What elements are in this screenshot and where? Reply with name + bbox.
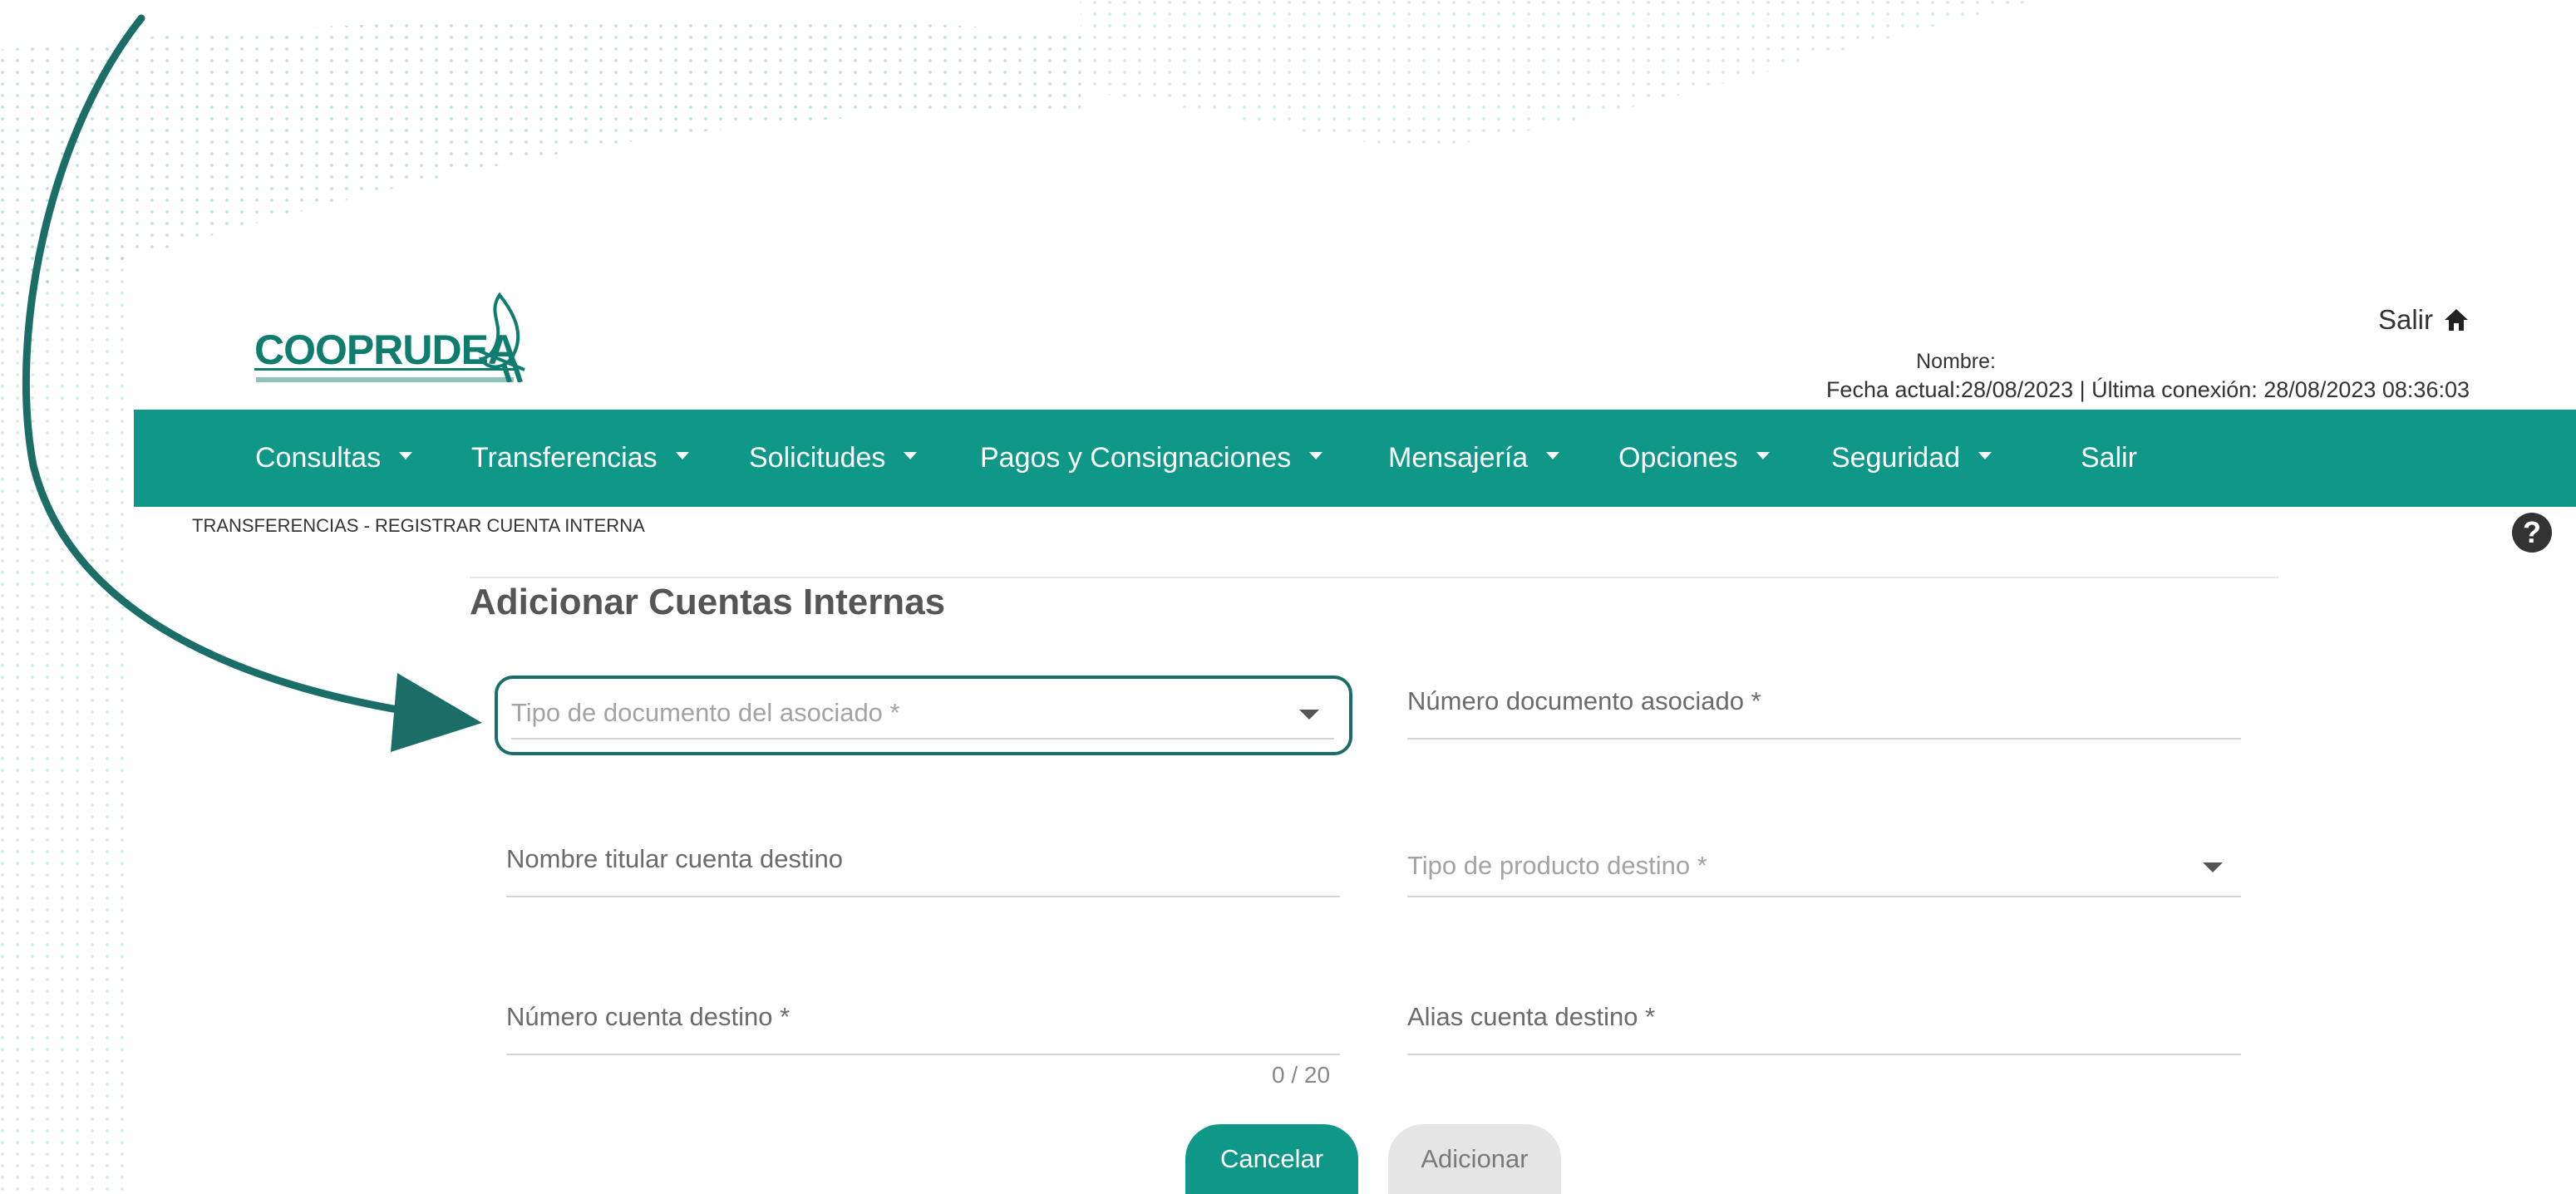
dropdown-caret-icon [675,452,689,459]
dropdown-caret-icon [1756,452,1770,459]
breadcrumb: TRANSFERENCIAS - REGISTRAR CUENTA INTERN… [192,515,645,536]
field-underline [506,896,1340,897]
doc-number-input[interactable]: Número documento asociado * [1407,683,2241,739]
menu-item-label: Seguridad [1831,442,1961,474]
character-counter: 0 / 20 [1272,1062,1331,1088]
home-icon [2445,309,2468,331]
help-icon[interactable]: ? [2512,513,2552,553]
menu-item-salir[interactable]: Salir [2081,410,2137,507]
field-underline [511,738,1334,739]
doc-number-label: Número documento asociado * [1407,686,1761,715]
page-title: Adicionar Cuentas Internas [470,582,946,622]
dropdown-caret-icon [1309,452,1323,459]
cooprudea-logo: COOPRUDEA [254,291,537,386]
holder-name-label: Nombre titular cuenta destino [506,844,843,873]
menu-item-mensajeria[interactable]: Mensajería [1388,410,1560,507]
menu-item-seguridad[interactable]: Seguridad [1831,410,1992,507]
header-exit-label: Salir [2377,304,2433,335]
menu-item-label: Opciones [1618,442,1738,474]
doc-type-field: Tipo de documento del asociado * [511,690,1334,739]
field-underline [1407,1054,2241,1055]
cancel-button[interactable]: Cancelar [1185,1124,1358,1194]
alias-input[interactable]: Alias cuenta destino * [1407,999,2241,1055]
header-exit-link[interactable]: Salir [2378,304,2470,336]
menu-item-solicitudes[interactable]: Solicitudes [749,410,918,507]
alias-label: Alias cuenta destino * [1407,1002,1656,1031]
holder-name-input[interactable]: Nombre titular cuenta destino [506,841,1340,897]
menu-item-opciones[interactable]: Opciones [1618,410,1770,507]
menu-item-label: Mensajería [1388,442,1529,474]
doc-type-placeholder: Tipo de documento del asociado * [511,698,900,727]
menu-item-label: Salir [2081,442,2138,474]
menu-item-consultas[interactable]: Consultas [255,410,413,507]
user-session-info: Nombre: Fecha actual:28/08/2023 | Última… [1826,347,2470,404]
product-type-placeholder: Tipo de producto destino * [1407,851,1707,880]
field-underline [1407,896,2241,897]
dropdown-caret-icon [1546,452,1560,459]
menu-item-label: Consultas [255,442,382,474]
menu-item-label: Transferencias [471,442,658,474]
dropdown-caret-icon [1978,452,1992,459]
account-number-input[interactable]: Número cuenta destino * [506,999,1340,1055]
product-type-select[interactable]: Tipo de producto destino * [1407,848,2241,897]
session-dates: Fecha actual:28/08/2023 | Última conexió… [1825,377,2470,402]
add-button[interactable]: Adicionar [1388,1124,1561,1194]
menu-item-pagos[interactable]: Pagos y Consignaciones [980,410,1323,507]
dropdown-caret-icon [399,452,413,459]
dropdown-caret-icon [904,452,918,459]
field-underline [506,1054,1340,1055]
account-number-label: Número cuenta destino * [506,1002,791,1031]
divider [470,577,2278,578]
dropdown-caret-icon [2203,862,2223,872]
main-menu: Consultas Transferencias Solicitudes Pag… [134,410,2576,507]
dropdown-caret-icon [1299,710,1319,720]
logo-emblem-icon [474,292,525,382]
menu-item-label: Pagos y Consignaciones [980,442,1292,474]
menu-item-transferencias[interactable]: Transferencias [471,410,689,507]
field-underline [1407,738,2241,739]
user-name-label: Nombre: [1916,350,1996,373]
menu-item-label: Solicitudes [749,442,886,474]
